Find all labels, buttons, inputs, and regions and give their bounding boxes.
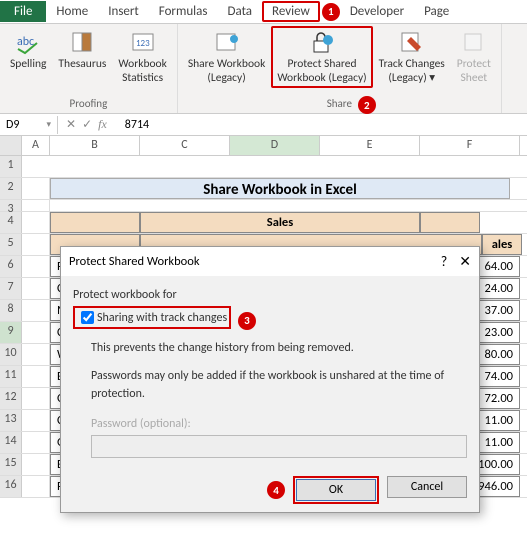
tab-developer[interactable]: Developer [340,1,414,22]
note-1: This prevents the change history from be… [91,339,467,357]
row-header[interactable]: 10 [0,344,22,365]
stats-label2: Statistics [122,72,163,86]
row-header[interactable]: 9 [0,322,22,343]
col-suffix: ales [482,234,522,255]
col-B[interactable]: B [50,136,140,155]
sales-header: Sales [140,212,420,233]
row-header[interactable]: 7 [0,278,22,299]
enter-formula-icon[interactable]: ✓ [82,117,92,132]
fx-icon[interactable]: fx [98,117,107,132]
group-proofing: abc Spelling Thesaurus 123 Workbook Stat… [0,24,178,113]
close-icon[interactable]: ✕ [459,253,471,270]
password-label: Password (optional): [91,415,467,433]
row-header[interactable]: 2 [0,178,22,199]
sharing-track-changes-checkbox[interactable] [81,311,94,324]
name-box[interactable]: D9 ▾ [0,116,58,134]
protect-shared-workbook-button[interactable]: Protect Shared Workbook (Legacy) [271,26,372,88]
share-workbook-icon [213,28,241,56]
name-box-chevron-icon[interactable]: ▾ [46,119,51,130]
tab-insert[interactable]: Insert [98,1,149,22]
protect-shared-workbook-dialog: Protect Shared Workbook ? ✕ Protect work… [60,246,480,513]
col-E[interactable]: E [320,136,420,155]
sheet-title: Share Workbook in Excel [50,178,510,199]
row-header[interactable]: 13 [0,410,22,431]
group-proofing-label: Proofing [4,96,173,111]
group-share-label: Share [182,96,497,111]
protect-sheet-icon [460,28,488,56]
col-A[interactable]: A [22,136,50,155]
column-headers: A B C D E F [0,136,527,156]
tab-review[interactable]: Review [262,1,320,22]
psheet-label2: Sheet [461,72,488,86]
share-workbook-button[interactable]: Share Workbook (Legacy) [182,26,271,88]
workbook-stats-button[interactable]: 123 Workbook Statistics [112,26,172,88]
track-changes-button[interactable]: Track Changes (Legacy) ▾ [373,26,451,88]
spelling-label: Spelling [10,58,46,72]
help-icon[interactable]: ? [441,253,448,270]
group-share: Share Workbook (Legacy) Protect Shared W… [178,24,502,113]
spelling-icon: abc [14,28,42,56]
callout-3: 3 [238,312,256,330]
row-header[interactable]: 4 [0,212,22,233]
row-header[interactable]: 6 [0,256,22,277]
row-header[interactable]: 12 [0,388,22,409]
share-label1: Share Workbook [188,58,265,72]
tab-home[interactable]: Home [46,1,98,22]
svg-text:123: 123 [136,38,150,49]
row-header[interactable]: 15 [0,454,22,475]
thesaurus-icon [68,28,96,56]
row-header[interactable]: 11 [0,366,22,387]
row-header[interactable]: 3 [0,200,22,211]
col-F[interactable]: F [420,136,520,155]
fx-controls: ✕ ✓ fx [58,117,115,132]
ribbon: abc Spelling Thesaurus 123 Workbook Stat… [0,24,527,114]
tab-page[interactable]: Page [414,1,459,22]
dialog-title: Protect Shared Workbook [69,254,200,269]
thesaurus-label: Thesaurus [58,58,106,72]
track-label1: Track Changes [379,58,445,72]
note-2: Passwords may only be added if the workb… [91,367,467,403]
row-header[interactable]: 16 [0,476,22,497]
col-C[interactable]: C [140,136,230,155]
protect-label2: Workbook (Legacy) [277,72,366,86]
tab-data[interactable]: Data [217,1,262,22]
protect-workbook-for-label: Protect workbook for [73,286,467,304]
ok-button[interactable]: OK [296,479,376,501]
protect-label1: Protect Shared [287,58,356,72]
ribbon-tabs: File Home Insert Formulas Data Review 1 … [0,0,527,24]
formula-bar: D9 ▾ ✕ ✓ fx 8714 [0,114,527,136]
callout-4: 4 [267,481,285,499]
callout-2: 2 [358,96,376,114]
protect-sheet-button[interactable]: Protect Sheet [451,26,497,88]
tab-formulas[interactable]: Formulas [149,1,218,22]
psheet-label1: Protect [457,58,491,72]
workbook-stats-icon: 123 [129,28,157,56]
tab-file[interactable]: File [0,1,46,22]
dialog-titlebar: Protect Shared Workbook ? ✕ [61,247,479,276]
track-label2: (Legacy) ▾ [388,72,435,86]
stats-label1: Workbook [118,58,166,72]
track-changes-icon [398,28,426,56]
formula-value[interactable]: 8714 [115,118,159,132]
share-label2: (Legacy) [207,72,245,86]
name-box-value: D9 [6,118,19,132]
col-D[interactable]: D [230,136,320,155]
sharing-track-changes-label: Sharing with track changes [97,309,227,327]
select-all-corner[interactable] [0,136,22,155]
callout-1: 1 [322,3,340,21]
spelling-button[interactable]: abc Spelling [4,26,52,74]
row-header[interactable]: 8 [0,300,22,321]
row-header[interactable]: 5 [0,234,22,255]
cancel-formula-icon[interactable]: ✕ [66,117,76,132]
password-input [91,435,467,458]
cancel-button[interactable]: Cancel [387,476,467,498]
row-header[interactable]: 14 [0,432,22,453]
protect-shared-icon [308,28,336,56]
row-header[interactable]: 1 [0,156,22,177]
thesaurus-button[interactable]: Thesaurus [52,26,112,74]
chevron-down-icon: ▾ [429,71,435,85]
